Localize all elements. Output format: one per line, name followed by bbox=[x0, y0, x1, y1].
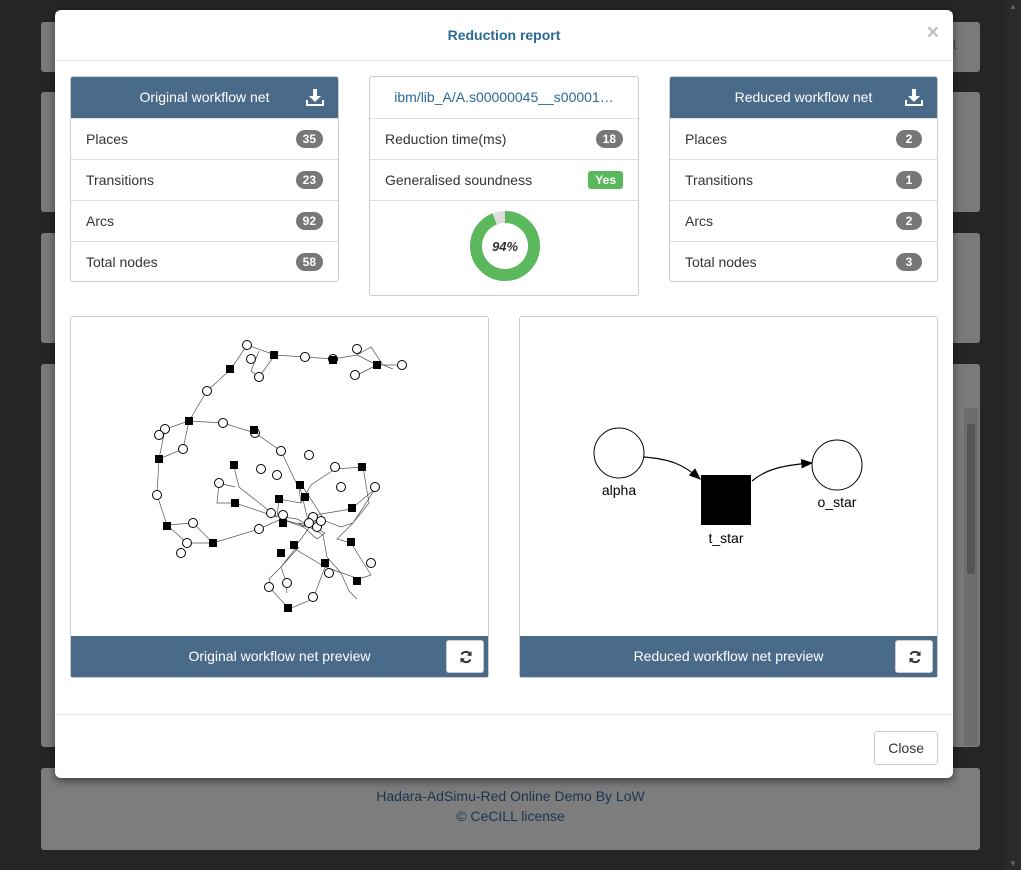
place-o-star bbox=[811, 439, 863, 491]
reduced-panel-header: Reduced workflow net bbox=[670, 77, 937, 118]
stat-badge: 58 bbox=[295, 253, 323, 271]
page-scrollbar[interactable]: ▲ ▼ bbox=[1005, 0, 1021, 870]
reduced-preview-panel: alpha t_star o_star Reduced workflow net… bbox=[519, 316, 938, 678]
stat-label: Arcs bbox=[86, 213, 114, 229]
reduced-panel-title: Reduced workflow net bbox=[734, 89, 873, 105]
place-alpha bbox=[593, 427, 645, 479]
stat-label: Generalised soundness bbox=[385, 172, 533, 188]
original-net-graph bbox=[152, 340, 407, 612]
reduced-row-places: Places 2 bbox=[670, 118, 937, 159]
close-icon[interactable]: × bbox=[927, 22, 939, 43]
bg-inner-scrollbar[interactable] bbox=[964, 408, 978, 746]
arc-alpha-to-t-star bbox=[643, 456, 701, 480]
soundness-badge: Yes bbox=[588, 171, 623, 189]
original-preview-footer: Original workflow net preview bbox=[71, 636, 488, 677]
transition-t-star bbox=[701, 475, 751, 525]
label-t-star: t_star bbox=[708, 530, 743, 546]
stat-badge: 92 bbox=[295, 212, 323, 230]
footer-license[interactable]: © CeCILL license bbox=[41, 806, 980, 826]
stat-label: Reduction time(ms) bbox=[385, 131, 507, 147]
original-row-transitions: Transitions 23 bbox=[71, 159, 338, 200]
stat-badge: 1 bbox=[896, 171, 922, 189]
reduction-time-row: Reduction time(ms) 18 bbox=[370, 118, 638, 159]
reduced-preview-label: Reduced workflow net preview bbox=[633, 648, 824, 664]
stat-label: Places bbox=[685, 131, 728, 147]
refresh-original-button[interactable] bbox=[446, 640, 484, 673]
donut-label: 94% bbox=[492, 239, 518, 254]
refresh-reduced-button[interactable] bbox=[895, 640, 933, 673]
bg-inner-scroll-thumb[interactable] bbox=[967, 424, 975, 574]
reduced-stats-panel: Reduced workflow net Places 2 Transitions… bbox=[669, 76, 938, 282]
stat-label: Transitions bbox=[685, 172, 753, 188]
file-link[interactable]: ibm/lib_A/A.s00000045__s00001… bbox=[385, 77, 623, 117]
copyright-icon: © bbox=[456, 808, 467, 824]
download-icon[interactable] bbox=[306, 88, 324, 106]
stat-badge: 35 bbox=[295, 130, 323, 148]
scroll-down-icon[interactable]: ▼ bbox=[1009, 859, 1017, 868]
modal-header: Reduction report × bbox=[55, 10, 953, 61]
label-alpha: alpha bbox=[602, 482, 636, 498]
reduced-row-total-nodes: Total nodes 3 bbox=[670, 241, 937, 282]
download-icon[interactable] bbox=[905, 88, 923, 106]
original-net-transitions bbox=[155, 351, 381, 612]
file-row: ibm/lib_A/A.s00000045__s00001… bbox=[370, 77, 638, 118]
modal-title: Reduction report bbox=[447, 27, 561, 43]
original-panel-title: Original workflow net bbox=[139, 89, 270, 105]
reduced-row-transitions: Transitions 1 bbox=[670, 159, 937, 200]
original-stats-panel: Original workflow net Places 35 Transitio… bbox=[70, 76, 339, 282]
stat-badge: 2 bbox=[896, 212, 922, 230]
stat-badge: 18 bbox=[595, 130, 623, 148]
label-o-star: o_star bbox=[818, 494, 857, 510]
original-row-arcs: Arcs 92 bbox=[71, 200, 338, 241]
reduction-donut: 94% bbox=[470, 211, 540, 281]
original-row-places: Places 35 bbox=[71, 118, 338, 159]
close-button[interactable]: Close bbox=[874, 731, 938, 765]
stat-label: Total nodes bbox=[685, 254, 757, 270]
donut-row: 94% bbox=[370, 200, 638, 296]
reduced-row-arcs: Arcs 2 bbox=[670, 200, 937, 241]
refresh-icon bbox=[460, 650, 472, 664]
stat-label: Arcs bbox=[685, 213, 713, 229]
refresh-icon bbox=[909, 650, 921, 664]
original-preview-panel: Original workflow net preview bbox=[70, 316, 489, 678]
arc-t-star-to-o-star bbox=[751, 458, 814, 482]
soundness-row: Generalised soundness Yes bbox=[370, 159, 638, 200]
stat-badge: 23 bbox=[295, 171, 323, 189]
original-panel-header: Original workflow net bbox=[71, 77, 338, 118]
stat-badge: 2 bbox=[896, 130, 922, 148]
reduced-net-graph: alpha t_star o_star bbox=[593, 427, 863, 546]
stat-label: Transitions bbox=[86, 172, 154, 188]
original-preview-label: Original workflow net preview bbox=[188, 648, 371, 664]
original-row-total-nodes: Total nodes 58 bbox=[71, 241, 338, 282]
summary-panel: ibm/lib_A/A.s00000045__s00001… Reduction… bbox=[369, 76, 639, 296]
modal-footer: Close bbox=[55, 714, 953, 778]
stat-label: Total nodes bbox=[86, 254, 158, 270]
reduced-preview-footer: Reduced workflow net preview bbox=[520, 636, 937, 677]
reduction-report-modal: Reduction report × Original workflow net… bbox=[55, 10, 953, 778]
scroll-up-icon[interactable]: ▲ bbox=[1009, 2, 1017, 11]
original-net-places bbox=[152, 340, 407, 602]
bg-footer: Hadara-AdSimu-Red Online Demo By LoW © C… bbox=[41, 768, 980, 850]
stat-label: Places bbox=[86, 131, 129, 147]
stat-badge: 3 bbox=[896, 253, 922, 271]
footer-credit[interactable]: Hadara-AdSimu-Red Online Demo By LoW bbox=[41, 786, 980, 806]
footer-license-text: CeCILL license bbox=[470, 808, 565, 824]
